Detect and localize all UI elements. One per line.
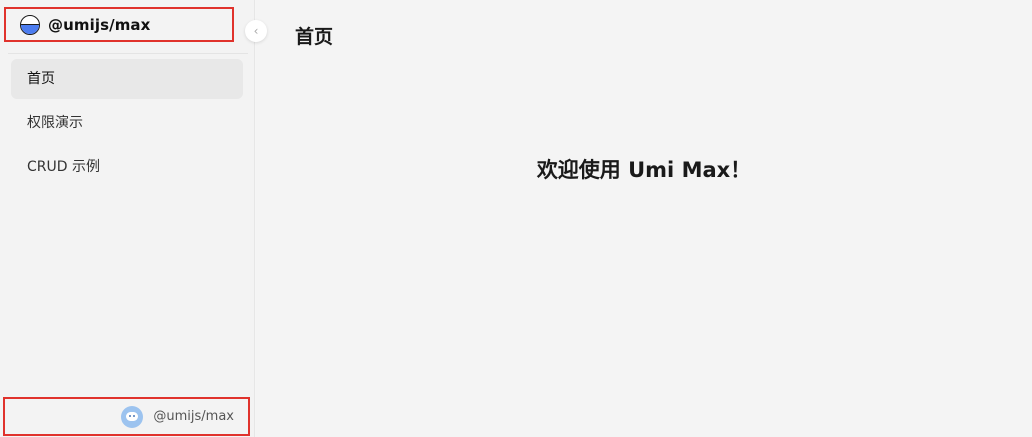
collapse-sidebar-button[interactable]: ‹: [245, 20, 267, 42]
sidebar-item-crud[interactable]: CRUD 示例: [11, 147, 243, 187]
brand-title: @umijs/max: [48, 15, 151, 34]
brand-header[interactable]: @umijs/max: [4, 7, 234, 42]
welcome-message: 欢迎使用 Umi Max！: [536, 158, 752, 182]
app-root: @umijs/max 首页 权限演示 CRUD 示例 @umijs/max ‹ …: [0, 0, 1032, 437]
sidebar-item-access[interactable]: 权限演示: [11, 103, 243, 143]
avatar-icon[interactable]: [121, 405, 144, 428]
sidebar-footer: @umijs/max: [3, 397, 250, 436]
sidebar-menu: 首页 权限演示 CRUD 示例: [11, 59, 243, 191]
page-title: 首页: [295, 26, 334, 48]
main-content: 首页 欢迎使用 Umi Max！: [256, 0, 1032, 437]
chevron-left-icon: ‹: [253, 24, 259, 38]
sidebar-item-home[interactable]: 首页: [11, 59, 243, 99]
umi-logo-icon: [20, 14, 40, 35]
sidebar: @umijs/max 首页 权限演示 CRUD 示例 @umijs/max: [0, 0, 255, 437]
divider: [8, 53, 248, 54]
footer-username[interactable]: @umijs/max: [153, 409, 234, 424]
